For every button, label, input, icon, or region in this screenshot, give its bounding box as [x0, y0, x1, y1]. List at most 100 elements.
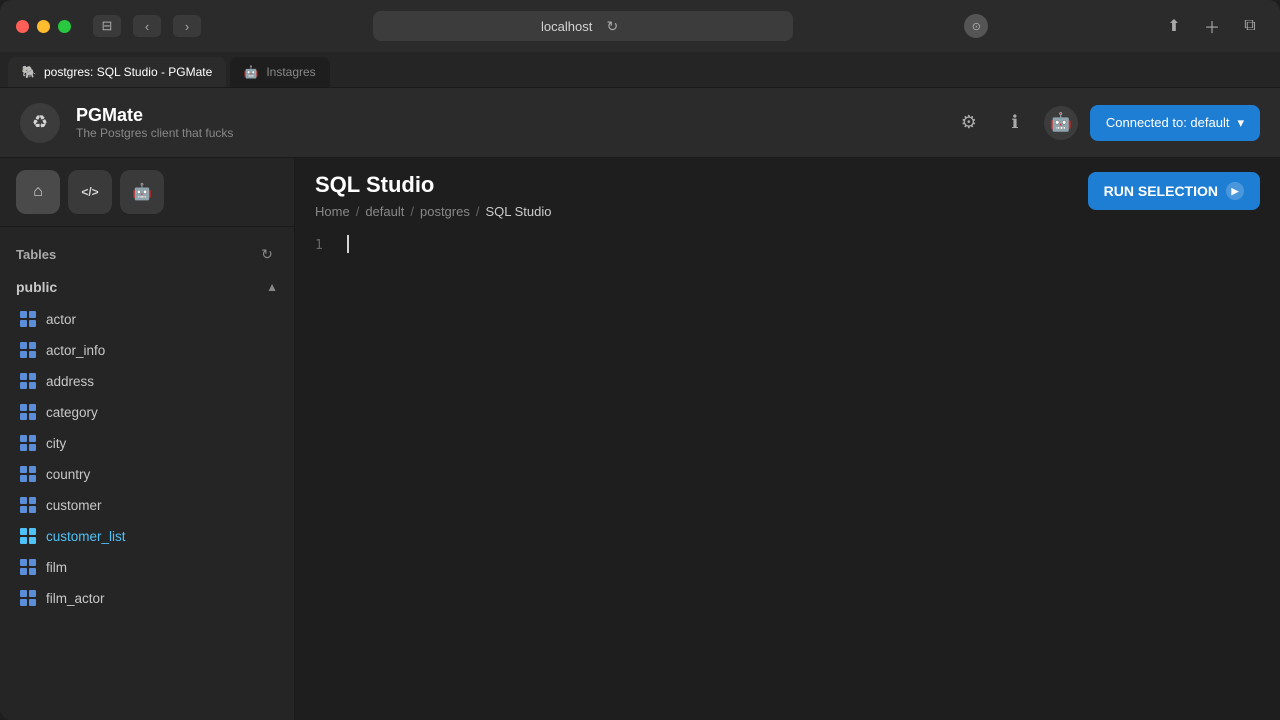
- tab-postgres-sql-studio[interactable]: 🐘 postgres: SQL Studio - PGMate: [8, 57, 226, 87]
- refresh-tables-button[interactable]: ↻: [256, 243, 278, 265]
- table-item-category[interactable]: category: [8, 397, 286, 427]
- breadcrumb-postgres[interactable]: postgres: [420, 204, 470, 219]
- table-icon-film-actor: [20, 590, 36, 606]
- table-name-actor: actor: [46, 312, 76, 327]
- page-title-block: SQL Studio Home / default / postgres / S…: [315, 172, 552, 219]
- close-window-button[interactable]: [16, 20, 29, 33]
- table-icon-film: [20, 559, 36, 575]
- table-item-city[interactable]: city: [8, 428, 286, 458]
- editor-area: SQL Studio Home / default / postgres / S…: [295, 158, 1280, 720]
- logo-icon: ♻: [32, 112, 48, 133]
- schema-header-public[interactable]: public ▲: [8, 273, 286, 301]
- info-button[interactable]: ℹ: [998, 106, 1032, 140]
- schema-section: public ▲ actor: [0, 273, 294, 616]
- table-name-customer: customer: [46, 498, 102, 513]
- new-tab-button[interactable]: ＋: [1198, 12, 1226, 40]
- editor-body: 1: [295, 219, 1280, 720]
- table-item-actor[interactable]: actor: [8, 304, 286, 334]
- titlebar-actions: ⬆ ＋ ⧉: [1160, 12, 1264, 40]
- table-name-film-actor: film_actor: [46, 591, 105, 606]
- breadcrumb-default[interactable]: default: [365, 204, 404, 219]
- table-name-category: category: [46, 405, 98, 420]
- tab-instagres[interactable]: 🤖 Instagres: [230, 57, 329, 87]
- sidebar-nav-code[interactable]: </>: [68, 170, 112, 214]
- table-name-country: country: [46, 467, 90, 482]
- forward-button[interactable]: ›: [173, 15, 201, 37]
- postgres-tab-icon: 🐘: [22, 65, 36, 79]
- app-window: ⊟ ‹ › localhost ↻ ⊙ ⬆ ＋ ⧉ 🐘 postgres: SQ…: [0, 0, 1280, 720]
- app-subtitle: The Postgres client that fucks: [76, 126, 233, 140]
- sidebar-nav-robot[interactable]: 🤖: [120, 170, 164, 214]
- share-button[interactable]: ⬆: [1160, 12, 1188, 40]
- app-header: ♻ PGMate The Postgres client that fucks …: [0, 88, 1280, 158]
- settings-button[interactable]: ⚙: [952, 106, 986, 140]
- table-name-city: city: [46, 436, 66, 451]
- breadcrumb-sep-1: /: [356, 204, 360, 219]
- instagres-tab-icon: 🤖: [244, 65, 258, 79]
- nav-controls: ⊟: [93, 15, 121, 37]
- connection-label: Connected to: default: [1106, 115, 1230, 130]
- security-icon: ⊙: [964, 14, 988, 38]
- page-title: SQL Studio: [315, 172, 552, 198]
- reload-button[interactable]: ↻: [600, 14, 624, 38]
- sidebar-toggle-button[interactable]: ⊟: [93, 15, 121, 37]
- url-text: localhost: [541, 19, 592, 34]
- tab-overview-button[interactable]: ⧉: [1236, 12, 1264, 40]
- line-number-1: 1: [315, 235, 323, 257]
- table-item-actor-info[interactable]: actor_info: [8, 335, 286, 365]
- sidebar-nav: ⌂ </> 🤖: [0, 158, 294, 227]
- schema-name: public: [16, 279, 57, 295]
- app-name: PGMate: [76, 105, 233, 126]
- run-selection-label: RUN SELECTION: [1104, 183, 1218, 199]
- titlebar: ⊟ ‹ › localhost ↻ ⊙ ⬆ ＋ ⧉: [0, 0, 1280, 52]
- sql-editor[interactable]: [347, 235, 1264, 720]
- tab-label-instagres: Instagres: [266, 65, 315, 79]
- table-icon-actor: [20, 311, 36, 327]
- table-icon-customer: [20, 497, 36, 513]
- table-item-film[interactable]: film: [8, 552, 286, 582]
- tab-label-postgres: postgres: SQL Studio - PGMate: [44, 65, 212, 79]
- app-title-block: PGMate The Postgres client that fucks: [76, 105, 233, 140]
- user-avatar[interactable]: 🤖: [1044, 106, 1078, 140]
- table-icon-country: [20, 466, 36, 482]
- table-icon-category: [20, 404, 36, 420]
- table-icon-customer-list: [20, 528, 36, 544]
- table-item-country[interactable]: country: [8, 459, 286, 489]
- run-selection-button[interactable]: RUN SELECTION ▶: [1088, 172, 1260, 210]
- table-item-address[interactable]: address: [8, 366, 286, 396]
- sidebar: ⌂ </> 🤖 Tables ↻ public ▲: [0, 158, 295, 720]
- table-name-customer-list: customer_list: [46, 529, 126, 544]
- tabbar: 🐘 postgres: SQL Studio - PGMate 🤖 Instag…: [0, 52, 1280, 88]
- maximize-window-button[interactable]: [58, 20, 71, 33]
- table-list: actor actor_info: [8, 301, 286, 616]
- breadcrumb-sep-2: /: [410, 204, 414, 219]
- play-icon: ▶: [1226, 182, 1244, 200]
- table-item-customer[interactable]: customer: [8, 490, 286, 520]
- app-logo: ♻: [20, 103, 60, 143]
- table-name-address: address: [46, 374, 94, 389]
- breadcrumb-sep-3: /: [476, 204, 480, 219]
- schema-chevron-icon: ▲: [266, 280, 278, 294]
- tables-header: Tables ↻: [0, 239, 294, 273]
- breadcrumb: Home / default / postgres / SQL Studio: [315, 204, 552, 219]
- back-button[interactable]: ‹: [133, 15, 161, 37]
- breadcrumb-home[interactable]: Home: [315, 204, 350, 219]
- minimize-window-button[interactable]: [37, 20, 50, 33]
- sidebar-nav-home[interactable]: ⌂: [16, 170, 60, 214]
- table-name-film: film: [46, 560, 67, 575]
- editor-header: SQL Studio Home / default / postgres / S…: [295, 158, 1280, 219]
- table-icon-actor-info: [20, 342, 36, 358]
- traffic-lights: [16, 20, 71, 33]
- table-icon-city: [20, 435, 36, 451]
- table-item-customer-list[interactable]: customer_list: [8, 521, 286, 551]
- table-item-film-actor[interactable]: film_actor: [8, 583, 286, 613]
- header-actions: ⚙ ℹ 🤖 Connected to: default ▾: [952, 105, 1260, 141]
- table-name-actor-info: actor_info: [46, 343, 105, 358]
- table-icon-address: [20, 373, 36, 389]
- breadcrumb-current: SQL Studio: [485, 204, 551, 219]
- dropdown-chevron-icon: ▾: [1237, 115, 1244, 131]
- address-bar[interactable]: localhost ↻: [373, 11, 793, 41]
- main-content: ⌂ </> 🤖 Tables ↻ public ▲: [0, 158, 1280, 720]
- line-numbers: 1: [315, 235, 323, 257]
- connection-dropdown[interactable]: Connected to: default ▾: [1090, 105, 1260, 141]
